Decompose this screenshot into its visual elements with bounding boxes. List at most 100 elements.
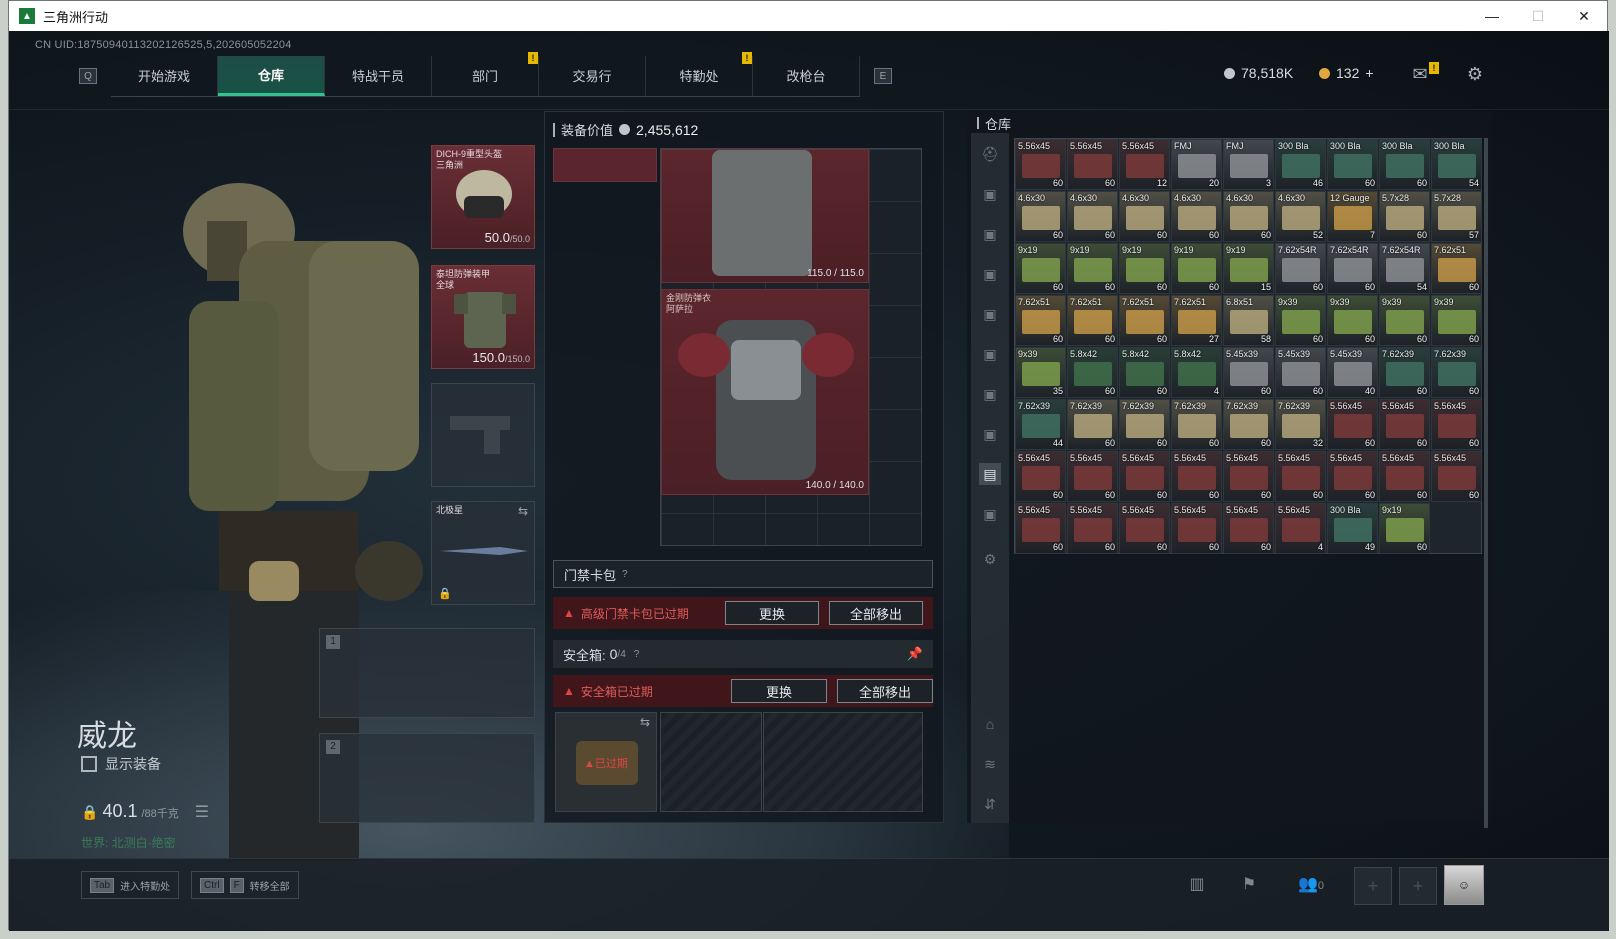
nav-tab[interactable]: 交易行 [539, 55, 646, 96]
ammo-item[interactable]: 5.56x45 60 [1431, 399, 1482, 450]
squad-icon[interactable]: 👥0 [1291, 873, 1331, 897]
swap-icon[interactable]: ⇆ [640, 715, 650, 729]
helmet-tab-icon[interactable]: ⛑ [979, 143, 1001, 165]
ammo-item[interactable]: 5.8x42 60 [1067, 347, 1118, 398]
helmet-slot[interactable]: DICH-9重型头盔 三角洲 50.0/50.0 [431, 145, 535, 249]
transfer-all-hint[interactable]: Ctrl F 转移全部 [191, 871, 299, 899]
ammo-item[interactable]: 7.62x39 60 [1171, 399, 1222, 450]
ammo-item[interactable]: 5.56x45 60 [1431, 451, 1482, 502]
ammo-item[interactable]: 5.56x45 60 [1119, 451, 1170, 502]
ammo-item[interactable]: 7.62x39 44 [1015, 399, 1066, 450]
keycard-replace-button[interactable]: 更换 [725, 601, 819, 625]
ammo-item[interactable]: 9x39 60 [1431, 295, 1482, 346]
ammo-item[interactable]: 5.56x45 60 [1067, 451, 1118, 502]
ammo-item[interactable]: 9x19 60 [1119, 243, 1170, 294]
melee-slot[interactable]: 北极星 ⇆ 🔒 [431, 501, 535, 605]
ammo-item[interactable]: 7.62x51 60 [1015, 295, 1066, 346]
nav-next-key[interactable]: E [874, 68, 892, 84]
ammo-item[interactable]: 7.62x39 60 [1379, 347, 1430, 398]
swap-icon[interactable]: ⇆ [518, 504, 528, 518]
warehouse-scrollbar[interactable] [1484, 138, 1488, 828]
ammo-item[interactable]: 5.56x45 60 [1067, 503, 1118, 554]
ammo-item[interactable]: 12 Gauge 7 [1327, 191, 1378, 242]
ammo-tab-icon[interactable]: ▤ [979, 463, 1001, 485]
ammo-item[interactable]: 5.45x39 60 [1223, 347, 1274, 398]
ammo-item[interactable]: 5.56x45 60 [1275, 451, 1326, 502]
ammo-item[interactable]: 7.62x39 32 [1275, 399, 1326, 450]
nav-tab[interactable]: 开始游戏 [111, 55, 218, 96]
ammo-item[interactable]: 5.56x45 60 [1171, 451, 1222, 502]
ammo-item[interactable]: 5.8x42 4 [1171, 347, 1222, 398]
safebox-remove-all-button[interactable]: 全部移出 [837, 679, 933, 703]
stats-chart-icon[interactable]: ▥ [1185, 873, 1209, 897]
ammo-item[interactable]: 7.62x54R 60 [1327, 243, 1378, 294]
minimize-button[interactable]: — [1469, 1, 1515, 31]
ammo-item[interactable]: 5.56x45 60 [1327, 399, 1378, 450]
ammo-item[interactable]: 5.45x39 60 [1275, 347, 1326, 398]
ammo-item[interactable]: 9x19 60 [1379, 503, 1430, 554]
warehouse-tab-icon[interactable]: ▣ [979, 423, 1001, 445]
show-equipment-checkbox[interactable] [81, 756, 97, 772]
ammo-item[interactable]: 7.62x54R 60 [1275, 243, 1326, 294]
ammo-item[interactable]: 5.56x45 60 [1223, 503, 1274, 554]
ammo-item[interactable]: 7.62x51 27 [1171, 295, 1222, 346]
squad-slot-add[interactable]: + [1354, 867, 1392, 905]
gold-add-button[interactable]: + [1365, 65, 1373, 81]
gold-currency[interactable]: 132 + [1319, 65, 1374, 81]
safebox-item[interactable]: ▲已过期 ⇆ [555, 712, 657, 812]
ammo-item[interactable]: 4.6x30 60 [1067, 191, 1118, 242]
ammo-item[interactable]: 300 Bla 60 [1379, 139, 1430, 190]
armor-slot[interactable]: 泰坦防弹装甲 全球 150.0/150.0 [431, 265, 535, 369]
mail-icon[interactable]: ✉ [1409, 64, 1431, 84]
avatar[interactable]: ☺ [1444, 865, 1484, 905]
nav-tab[interactable]: 改枪台 [753, 55, 860, 96]
nav-prev-key[interactable]: Q [79, 68, 97, 84]
ammo-item[interactable]: 9x39 60 [1379, 295, 1430, 346]
ammo-item[interactable]: 300 Bla 49 [1327, 503, 1378, 554]
nav-tab[interactable]: 仓库 [218, 55, 325, 96]
ammo-item[interactable]: 7.62x51 60 [1067, 295, 1118, 346]
ammo-item[interactable]: 7.62x39 60 [1119, 399, 1170, 450]
ammo-item[interactable]: FMJ 3 [1223, 139, 1274, 190]
flag-icon[interactable]: ⚑ [1237, 873, 1261, 897]
squad-slot-add[interactable]: + [1399, 867, 1437, 905]
keycard-remove-all-button[interactable]: 全部移出 [829, 601, 923, 625]
body-armor-item[interactable]: 金刚防弹衣 阿萨拉 140.0 / 140.0 [661, 289, 869, 495]
keycard-help-icon[interactable]: ? [622, 569, 628, 580]
nav-tab[interactable]: ! 部门 [432, 51, 539, 96]
ammo-item[interactable]: 5.56x45 60 [1379, 451, 1430, 502]
weight-detail-icon[interactable]: ☰ [195, 802, 209, 822]
ammo-item[interactable]: 7.62x39 60 [1223, 399, 1274, 450]
ammo-item[interactable]: 300 Bla 60 [1327, 139, 1378, 190]
ammo-item[interactable]: 4.6x30 52 [1275, 191, 1326, 242]
safebox-replace-button[interactable]: 更换 [731, 679, 827, 703]
ammo-item[interactable]: 9x19 15 [1223, 243, 1274, 294]
warehouse-tab-icon[interactable]: ▣ [979, 183, 1001, 205]
layers-icon[interactable]: ≋ [979, 753, 1001, 775]
ammo-item[interactable]: 5.8x42 60 [1119, 347, 1170, 398]
settings-gear-icon[interactable]: ⚙ [979, 548, 1001, 570]
warehouse-tab-icon[interactable]: ▣ [979, 503, 1001, 525]
ammo-item[interactable]: 9x19 60 [1015, 243, 1066, 294]
ammo-item[interactable]: 5.56x45 60 [1015, 503, 1066, 554]
ammo-item[interactable]: 5.56x45 60 [1379, 399, 1430, 450]
pin-icon[interactable]: 📌 [907, 646, 923, 662]
close-button[interactable]: ✕ [1561, 1, 1607, 31]
ammo-item[interactable]: 7.62x51 60 [1431, 243, 1482, 294]
ammo-item[interactable]: 9x39 35 [1015, 347, 1066, 398]
maximize-button[interactable]: ☐ [1515, 1, 1561, 31]
ammo-item[interactable]: 9x39 60 [1327, 295, 1378, 346]
ammo-item[interactable]: 5.56x45 60 [1171, 503, 1222, 554]
warehouse-tab-icon[interactable]: ▣ [979, 383, 1001, 405]
ammo-item[interactable]: 5.45x39 40 [1327, 347, 1378, 398]
pistol-slot[interactable] [431, 383, 535, 487]
ammo-item[interactable]: 4.6x30 60 [1015, 191, 1066, 242]
ammo-item[interactable]: 5.56x45 60 [1015, 451, 1066, 502]
safebox-help-icon[interactable]: ? [634, 649, 640, 660]
ammo-item[interactable]: 4.6x30 60 [1119, 191, 1170, 242]
ammo-item[interactable]: 6.8x51 58 [1223, 295, 1274, 346]
ammo-item[interactable]: 300 Bla 54 [1431, 139, 1482, 190]
warehouse-tab-icon[interactable]: ▣ [979, 263, 1001, 285]
ammo-item[interactable]: 7.62x39 60 [1431, 347, 1482, 398]
ammo-item[interactable]: 5.56x45 4 [1275, 503, 1326, 554]
